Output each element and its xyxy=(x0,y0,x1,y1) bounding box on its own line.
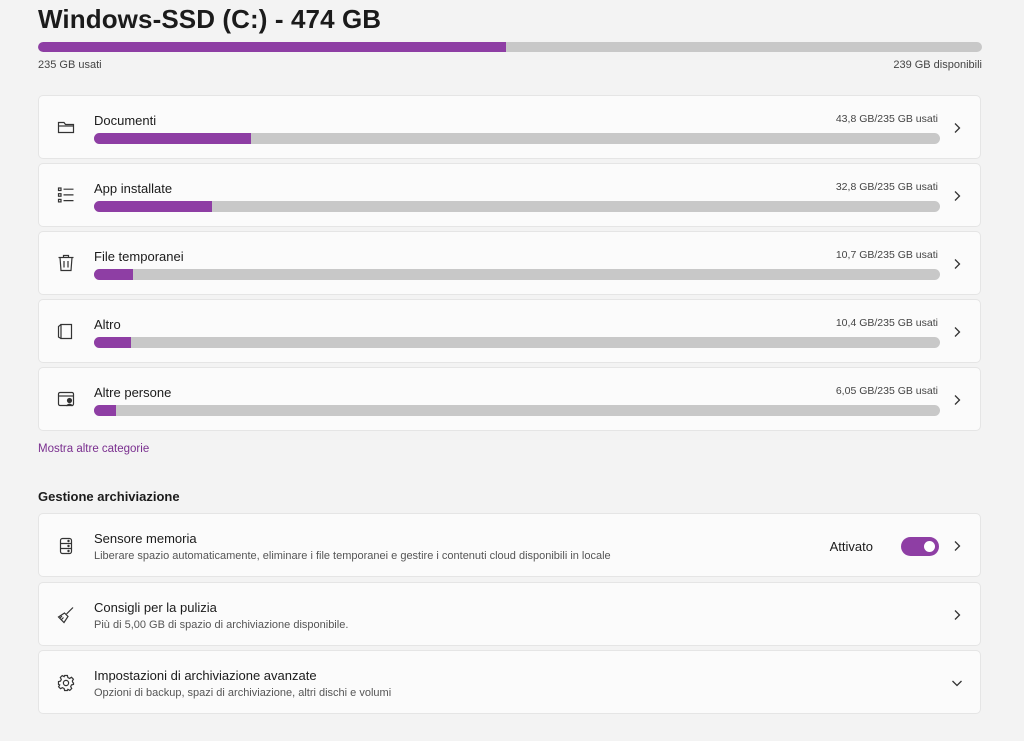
category-name: Documenti xyxy=(94,113,157,128)
setting-title: Sensore memoria xyxy=(94,531,197,546)
chevron-right-icon xyxy=(950,325,964,339)
chevron-right-icon xyxy=(950,608,964,622)
user-folder-icon xyxy=(55,388,77,410)
category-file-temporanei[interactable]: File temporanei 10,7 GB/235 GB usati xyxy=(38,231,981,295)
setting-title: Impostazioni di archiviazione avanzate xyxy=(94,668,317,683)
category-altro[interactable]: Altro 10,4 GB/235 GB usati xyxy=(38,299,981,363)
show-more-categories-link[interactable]: Mostra altre categorie xyxy=(38,443,149,455)
category-name: Altre persone xyxy=(94,385,172,400)
broom-icon xyxy=(55,604,77,626)
category-app-installate[interactable]: App installate 32,8 GB/235 GB usati xyxy=(38,163,981,227)
toggle-state-label: Attivato xyxy=(829,539,873,554)
chevron-right-icon[interactable] xyxy=(950,539,964,553)
category-name: File temporanei xyxy=(94,249,184,264)
setting-description: Liberare spazio automaticamente, elimina… xyxy=(94,550,611,562)
category-documenti[interactable]: Documenti 43,8 GB/235 GB usati xyxy=(38,95,981,159)
chevron-right-icon xyxy=(950,189,964,203)
category-name: App installate xyxy=(94,181,173,196)
chevron-down-icon[interactable] xyxy=(950,676,964,690)
category-altre-persone[interactable]: Altre persone 6,05 GB/235 GB usati xyxy=(38,367,981,431)
storage-sense-toggle[interactable] xyxy=(901,537,939,556)
category-size: 10,7 GB/235 GB usati xyxy=(835,249,938,261)
chevron-right-icon xyxy=(950,121,964,135)
gear-icon xyxy=(55,672,77,694)
storage-sense-row[interactable]: Sensore memoria Liberare spazio automati… xyxy=(38,513,981,577)
category-size: 10,4 GB/235 GB usati xyxy=(835,317,938,329)
category-usage-fill xyxy=(94,133,252,144)
category-size: 6,05 GB/235 GB usati xyxy=(835,385,938,397)
chevron-right-icon xyxy=(950,393,964,407)
category-size: 43,8 GB/235 GB usati xyxy=(835,113,938,125)
drive-usage-bar xyxy=(38,42,982,52)
category-size: 32,8 GB/235 GB usati xyxy=(835,181,938,193)
advanced-storage-settings-row[interactable]: Impostazioni di archiviazione avanzate O… xyxy=(38,650,981,714)
category-usage-bar xyxy=(94,133,940,144)
chevron-right-icon xyxy=(950,257,964,271)
category-usage-fill xyxy=(94,337,132,348)
category-usage-bar xyxy=(94,201,940,212)
storage-sense-icon xyxy=(55,535,77,557)
setting-description: Opzioni di backup, spazi di archiviazion… xyxy=(94,687,392,699)
document-icon xyxy=(55,320,77,342)
setting-title: Consigli per la pulizia xyxy=(94,600,217,615)
category-usage-bar xyxy=(94,405,940,416)
toggle-knob xyxy=(924,541,935,552)
folder-icon xyxy=(55,116,77,138)
cleanup-recommendations-row[interactable]: Consigli per la pulizia Più di 5,00 GB d… xyxy=(38,582,981,646)
drive-used-label: 235 GB usati xyxy=(38,59,102,71)
category-name: Altro xyxy=(94,317,121,332)
storage-management-heading: Gestione archiviazione xyxy=(38,489,180,504)
list-icon xyxy=(55,184,77,206)
drive-title: Windows-SSD (C:) - 474 GB xyxy=(38,4,382,34)
category-usage-bar xyxy=(94,269,940,280)
drive-usage-fill xyxy=(38,42,507,52)
category-usage-fill xyxy=(94,405,116,416)
drive-free-label: 239 GB disponibili xyxy=(893,59,982,71)
trash-icon xyxy=(55,252,77,274)
category-usage-fill xyxy=(94,269,133,280)
category-usage-fill xyxy=(94,201,213,212)
category-usage-bar xyxy=(94,337,940,348)
setting-description: Più di 5,00 GB di spazio di archiviazion… xyxy=(94,619,349,631)
